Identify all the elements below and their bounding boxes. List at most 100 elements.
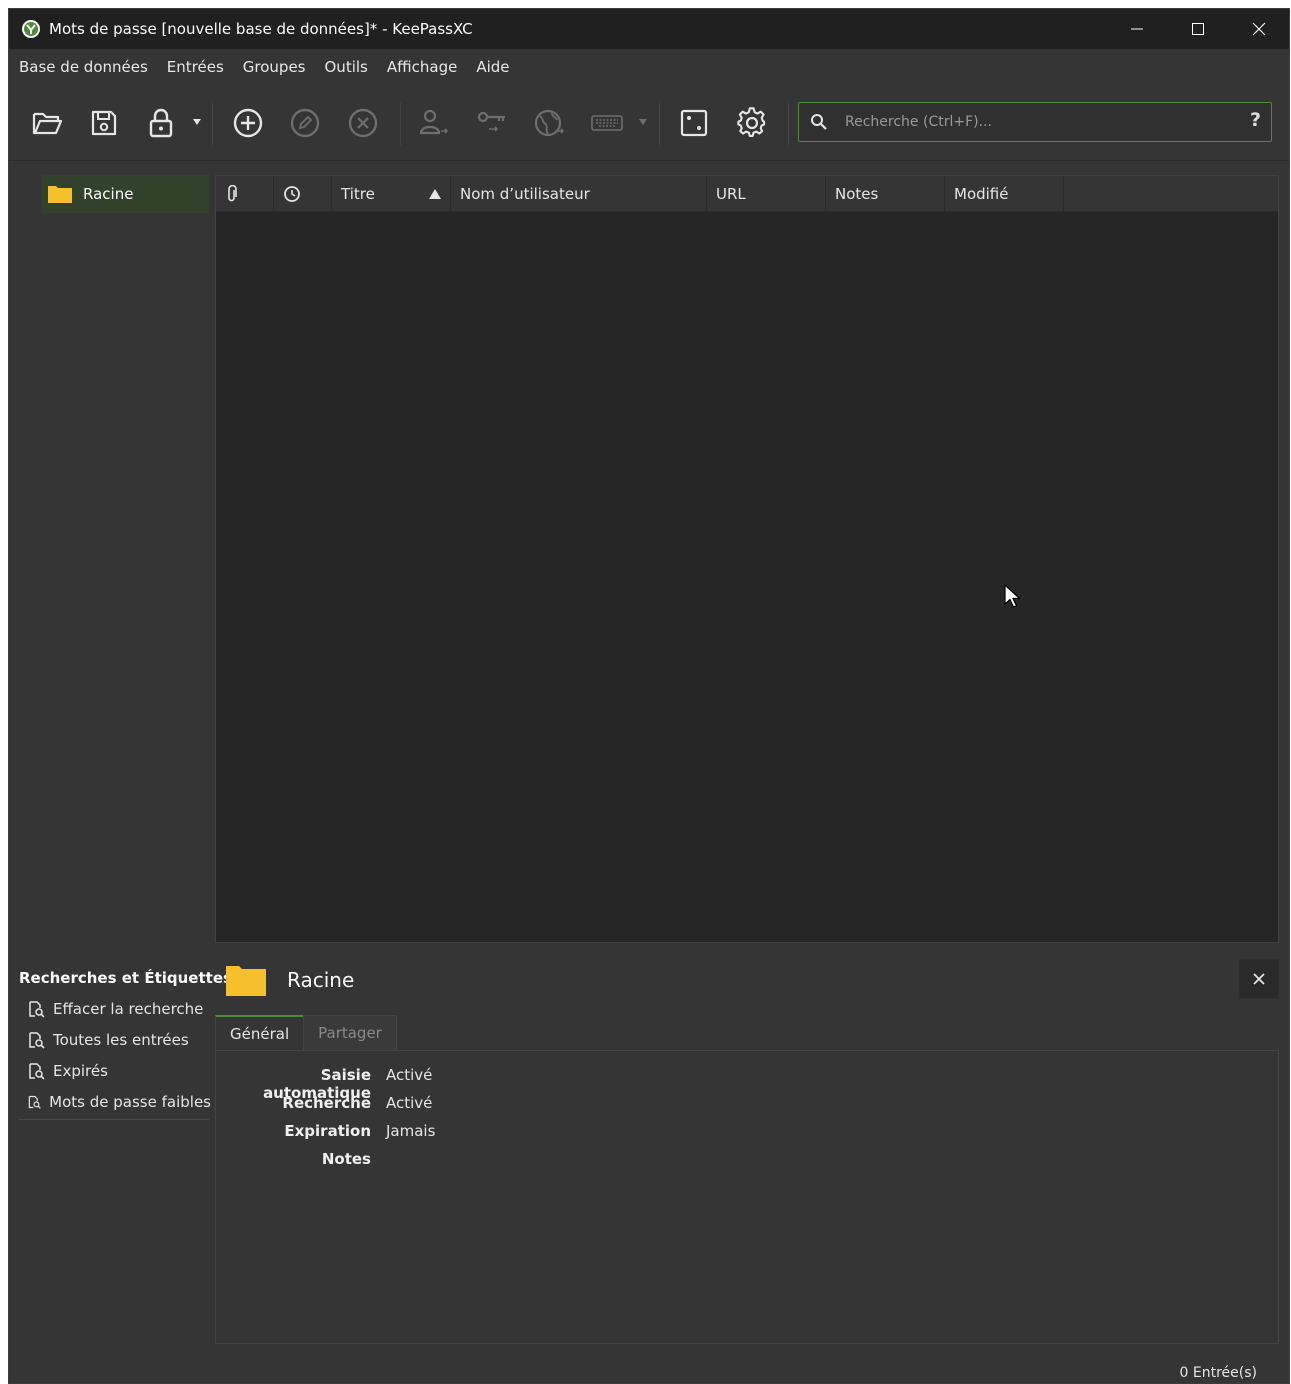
copy-url-icon: [534, 109, 565, 137]
folder-icon: [226, 966, 266, 996]
title-bar[interactable]: Mots de passe [nouvelle base de données]…: [9, 9, 1289, 49]
app-window: Mots de passe [nouvelle base de données]…: [8, 8, 1290, 1384]
table-header: Titre Nom d’utilisateur URL Notes Modifi…: [216, 176, 1278, 212]
auto-type-dropdown-button[interactable]: [638, 115, 648, 129]
close-window-button[interactable]: [1228, 9, 1289, 49]
tab-label: Partager: [318, 1024, 382, 1042]
searches-title: Recherches et Étiquettes: [19, 969, 232, 987]
password-generator-button[interactable]: [676, 105, 712, 141]
search-tag-icon: [29, 1062, 45, 1080]
copy-password-icon: [477, 111, 505, 132]
search-item-label: Expirés: [53, 1061, 108, 1080]
toolbar-separator: [659, 103, 660, 145]
menu-groups[interactable]: Groupes: [243, 58, 306, 76]
close-icon: [1252, 22, 1265, 36]
copy-username-button[interactable]: [415, 105, 451, 141]
search-item-label: Mots de passe faibles: [49, 1092, 211, 1111]
property-value: Activé: [386, 1066, 433, 1084]
auto-type-button[interactable]: [589, 105, 625, 141]
clock-icon: [284, 186, 300, 202]
minimize-icon: [1130, 28, 1143, 30]
menu-tools[interactable]: Outils: [325, 58, 368, 76]
edit-entry-icon: [290, 108, 320, 138]
lock-dropdown-button[interactable]: [192, 115, 202, 129]
mouse-cursor-icon: [1004, 584, 1021, 608]
search-help-button[interactable]: ?: [1250, 109, 1261, 131]
caret-down-icon: [193, 119, 201, 125]
toolbar-separator: [400, 103, 401, 145]
maximize-icon: [1191, 23, 1204, 35]
search-tag-icon: [29, 1000, 45, 1018]
paperclip-icon: [228, 185, 237, 202]
menu-entries[interactable]: Entrées: [167, 58, 224, 76]
toolbar-separator: [788, 103, 789, 145]
keepassxc-logo-icon: [22, 20, 40, 38]
menu-help[interactable]: Aide: [476, 58, 509, 76]
dice-icon: [680, 109, 708, 137]
group-details-title: Racine: [287, 968, 355, 992]
toolbar: ?: [9, 85, 1289, 161]
search-item-all-entries[interactable]: Toutes les entrées: [19, 1024, 211, 1055]
property-row: Notes: [216, 1150, 716, 1174]
column-url-label: URL: [716, 185, 746, 203]
property-row: Expiration Jamais: [216, 1122, 716, 1146]
column-attachment[interactable]: [216, 176, 274, 212]
settings-button[interactable]: [734, 105, 770, 141]
save-database-button[interactable]: [86, 105, 122, 141]
gear-icon: [737, 107, 766, 137]
property-label: Notes: [321, 1150, 371, 1168]
search-item-weak-passwords[interactable]: Mots de passe faibles: [19, 1086, 211, 1117]
group-details-body: Saisie automatique Activé Recherche Acti…: [215, 1050, 1279, 1344]
property-label: Expiration: [284, 1122, 371, 1140]
sort-ascending-icon: [429, 189, 441, 199]
details-tabs: Général Partager: [215, 1015, 397, 1051]
edit-entry-button[interactable]: [287, 105, 323, 141]
tree-item-label: Racine: [83, 185, 134, 203]
group-tree: Racine: [9, 162, 214, 942]
close-details-button[interactable]: [1239, 959, 1279, 999]
search-item-clear[interactable]: Effacer la recherche: [19, 993, 211, 1024]
search-input[interactable]: [845, 107, 1225, 137]
save-database-icon: [91, 110, 117, 136]
search-tag-icon: [29, 1031, 45, 1049]
copy-password-button[interactable]: [473, 105, 509, 141]
add-entry-button[interactable]: [230, 105, 266, 141]
menu-bar: Base de données Entrées Groupes Outils A…: [9, 49, 1289, 85]
delete-entry-icon: [348, 108, 378, 138]
property-value: Jamais: [386, 1122, 436, 1140]
toolbar-separator: [212, 103, 213, 145]
group-details-header: Racine: [225, 959, 1285, 1001]
column-modified[interactable]: Modifié: [945, 176, 1064, 212]
search-item-label: Toutes les entrées: [53, 1030, 189, 1049]
column-url[interactable]: URL: [707, 176, 826, 212]
window-title: Mots de passe [nouvelle base de données]…: [49, 20, 473, 38]
tab-share[interactable]: Partager: [303, 1015, 397, 1051]
open-database-button[interactable]: [29, 105, 65, 141]
search-item-expired[interactable]: Expirés: [19, 1055, 211, 1086]
menu-database[interactable]: Base de données: [19, 58, 148, 76]
column-expiry[interactable]: [274, 176, 332, 212]
column-modified-label: Modifié: [954, 185, 1009, 203]
column-notes-label: Notes: [835, 185, 879, 203]
property-value: Activé: [386, 1094, 433, 1112]
delete-entry-button[interactable]: [345, 105, 381, 141]
property-row: Saisie automatique Activé: [216, 1066, 716, 1102]
tab-label: Général: [230, 1024, 290, 1043]
entry-table[interactable]: Titre Nom d’utilisateur URL Notes Modifi…: [215, 175, 1279, 943]
property-label: Recherche: [282, 1094, 371, 1112]
search-box: ?: [798, 102, 1272, 142]
column-notes[interactable]: Notes: [826, 176, 945, 212]
minimize-button[interactable]: [1106, 9, 1167, 49]
menu-view[interactable]: Affichage: [387, 58, 457, 76]
column-title[interactable]: Titre: [332, 176, 451, 212]
lock-database-button[interactable]: [143, 105, 179, 141]
status-entry-count: 0 Entrée(s): [1179, 1365, 1257, 1381]
add-entry-icon: [233, 108, 263, 138]
caret-down-icon: [639, 119, 647, 125]
column-username-label: Nom d’utilisateur: [460, 185, 590, 203]
maximize-button[interactable]: [1167, 9, 1228, 49]
column-username[interactable]: Nom d’utilisateur: [451, 176, 707, 212]
tree-item-root[interactable]: Racine: [41, 175, 209, 213]
tab-general[interactable]: Général: [215, 1015, 305, 1051]
copy-url-button[interactable]: [531, 105, 567, 141]
